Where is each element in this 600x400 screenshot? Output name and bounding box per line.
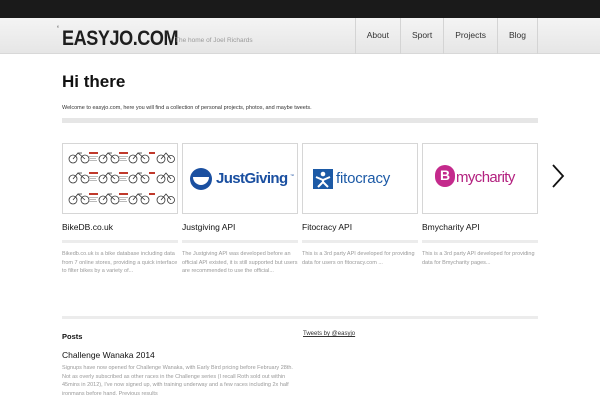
card-divider bbox=[302, 240, 418, 243]
project-card-bmycharity[interactable]: B mycharity Bmycharity API This is a 3rd… bbox=[422, 143, 538, 267]
nav-item-sport[interactable]: Sport bbox=[399, 18, 443, 54]
bike-grid-image bbox=[68, 152, 175, 205]
justgiving-trademark: ™ bbox=[290, 173, 294, 178]
project-description: This is a 3rd party API developed for pr… bbox=[422, 251, 535, 266]
project-card-bikedb[interactable]: BikeDB.co.uk Bikedb.co.uk is a bike data… bbox=[62, 143, 178, 276]
nav-item-about[interactable]: About bbox=[354, 18, 400, 54]
project-description: This is a 3rd party API developed for pr… bbox=[302, 251, 415, 266]
tweets-link[interactable]: Tweets by @easyjo bbox=[303, 331, 355, 337]
justgiving-logo-text: JustGiving bbox=[216, 170, 288, 187]
divider bbox=[62, 118, 538, 123]
chevron-right-icon[interactable] bbox=[550, 163, 566, 189]
intro-text: Welcome to easyjo.com, here you will fin… bbox=[62, 105, 312, 111]
nav-item-blog[interactable]: Blog bbox=[496, 18, 538, 54]
project-title[interactable]: Fitocracy API bbox=[302, 222, 418, 232]
post-title[interactable]: Challenge Wanaka 2014 bbox=[62, 350, 155, 360]
project-title[interactable]: Bmycharity API bbox=[422, 222, 538, 232]
site-logo[interactable]: EASYJO.COM bbox=[62, 27, 179, 51]
fitocracy-logo-icon bbox=[313, 169, 333, 189]
page-title: Hi there bbox=[62, 72, 126, 91]
card-divider bbox=[422, 240, 538, 243]
project-card-fitocracy[interactable]: fitocracy Fitocracy API This is a 3rd pa… bbox=[302, 143, 418, 267]
project-title[interactable]: Justgiving API bbox=[182, 222, 298, 232]
card-divider bbox=[182, 240, 298, 243]
project-carousel: BikeDB.co.uk Bikedb.co.uk is a bike data… bbox=[62, 143, 538, 293]
project-card-justgiving[interactable]: JustGiving ™ Justgiving API The Justgivi… bbox=[182, 143, 298, 276]
post-excerpt: Signups have now opened for Challenge Wa… bbox=[62, 365, 293, 397]
section-divider bbox=[62, 316, 538, 319]
site-tagline: The home of Joel Richards bbox=[175, 37, 253, 44]
project-thumbnail-bmycharity[interactable]: B mycharity bbox=[422, 143, 538, 214]
browser-top-bar bbox=[0, 0, 600, 18]
posts-heading: Posts bbox=[62, 332, 83, 341]
project-title[interactable]: BikeDB.co.uk bbox=[62, 222, 178, 232]
main-nav: About Sport Projects Blog bbox=[354, 18, 538, 54]
fitocracy-logo-text: fitocracy bbox=[336, 170, 391, 187]
bmycharity-logo-text: mycharity bbox=[456, 169, 515, 186]
project-description: Bikedb.co.uk is a bike database includin… bbox=[62, 251, 178, 275]
project-thumbnail-fitocracy[interactable]: fitocracy bbox=[302, 143, 418, 214]
project-thumbnail-bikedb[interactable] bbox=[62, 143, 178, 214]
nav-item-projects[interactable]: Projects bbox=[443, 18, 497, 54]
justgiving-logo-icon bbox=[190, 168, 212, 190]
project-thumbnail-justgiving[interactable]: JustGiving ™ bbox=[182, 143, 298, 214]
project-description: The Justgiving API was developed before … bbox=[182, 251, 298, 275]
card-divider bbox=[62, 240, 178, 243]
bmycharity-logo-mark: B bbox=[440, 167, 451, 183]
site-header: ‘ EASYJO.COM The home of Joel Richards A… bbox=[0, 18, 600, 54]
logo-mark: ‘ bbox=[57, 24, 59, 34]
